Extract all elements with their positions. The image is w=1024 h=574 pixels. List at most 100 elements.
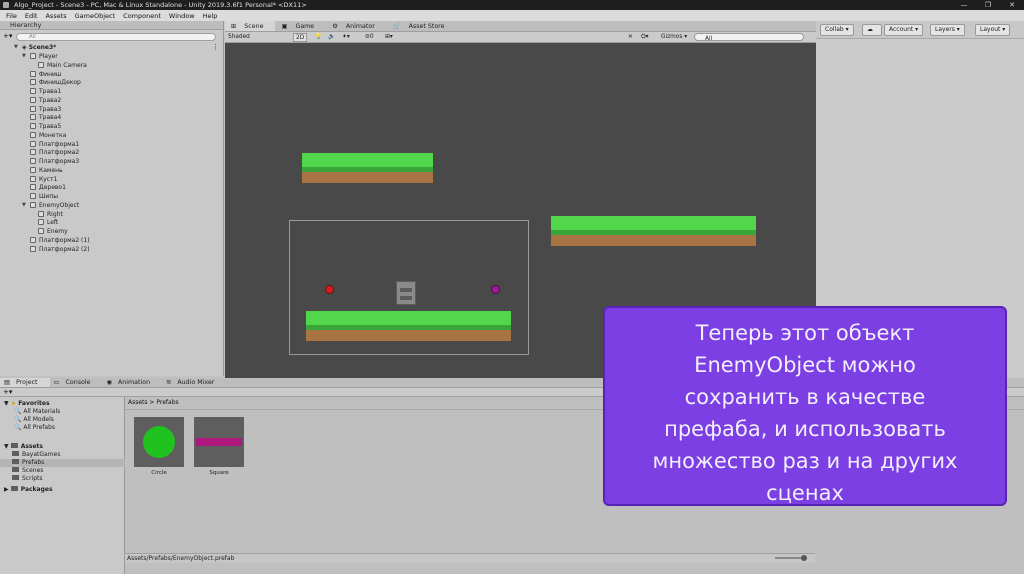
effects-toggle-icon[interactable]: ✦▾ (342, 33, 350, 42)
toggle-2d-button[interactable]: 2D (293, 33, 308, 42)
gameobject-icon (30, 149, 36, 156)
hierarchy-item-label: Трава2 (39, 96, 62, 104)
collab-button[interactable]: Collab ▾ (820, 24, 854, 36)
tab-animator[interactable]: ⚙ Animator (326, 21, 387, 31)
left-waypoint-marker[interactable] (325, 285, 334, 294)
tools-icon[interactable]: ✕ (628, 33, 633, 42)
hierarchy-item[interactable]: Шипы (30, 192, 58, 201)
hierarchy-item[interactable]: Дерево1 (30, 183, 66, 192)
hierarchy-item-label: Enemy (47, 228, 68, 235)
tab-scene[interactable]: ⊞ Scene (225, 21, 276, 31)
layers-button[interactable]: Layers ▾ (930, 24, 965, 36)
hierarchy-item[interactable]: Платформа1 (30, 140, 79, 149)
hierarchy-item[interactable]: Монетка (30, 131, 66, 140)
scene-menu-icon[interactable]: ⋮ (212, 43, 219, 51)
account-button[interactable]: Account ▾ (884, 24, 924, 36)
hierarchy-item[interactable]: ▼ Player (22, 52, 58, 61)
hierarchy-item-label: Платформа2 (39, 149, 80, 157)
close-icon[interactable]: ✕ (1000, 0, 1024, 10)
hierarchy-search-input[interactable]: All (16, 33, 216, 41)
hierarchy-item[interactable]: Платформа2 (2) (30, 245, 90, 254)
favorites-header[interactable]: ▼ ★ Favorites (4, 400, 50, 408)
expand-arrow-icon[interactable]: ▼ (22, 52, 26, 61)
tab-project[interactable]: ▤ Project (0, 378, 50, 387)
assets-header[interactable]: ▼ Assets (4, 443, 43, 451)
right-waypoint-marker[interactable] (491, 285, 500, 294)
hierarchy-item[interactable]: Main Camera (38, 61, 87, 70)
folder-item[interactable]: BayatGames (12, 451, 60, 459)
add-plus-icon[interactable]: +▾ (3, 32, 12, 40)
callout-line: EnemyObject можно (694, 353, 916, 377)
hierarchy-item[interactable]: Камень (30, 166, 63, 175)
packages-header[interactable]: ▶ Packages (4, 486, 53, 494)
tab-game[interactable]: ▣ Game (275, 21, 326, 31)
hierarchy-item[interactable]: Куст1 (30, 175, 57, 184)
folder-item-selected[interactable]: Prefabs (0, 459, 125, 467)
menu-gameobject[interactable]: GameObject (75, 12, 116, 20)
folder-icon (12, 451, 19, 456)
hierarchy-item[interactable]: Финиш (30, 70, 61, 79)
hierarchy-item[interactable]: ▼ EnemyObject (22, 201, 79, 210)
gizmos-dropdown[interactable]: Gizmos ▾ (661, 33, 687, 42)
minimize-icon[interactable]: — (952, 0, 976, 10)
hierarchy-item[interactable]: Трава3 (30, 105, 61, 114)
folder-icon (10, 486, 18, 491)
platform-enemy[interactable] (306, 311, 511, 341)
favorite-item[interactable]: 🔍 All Prefabs (14, 424, 55, 432)
enemy-sprite[interactable] (396, 281, 416, 305)
hierarchy-item[interactable]: Платформа2 (30, 148, 79, 157)
menu-component[interactable]: Component (123, 12, 161, 20)
hierarchy-item[interactable]: Enemy (38, 227, 68, 236)
hidden-objects-icon[interactable]: ⊘0 (365, 33, 374, 42)
tab-asset-store[interactable]: 🛒 Asset Store (387, 21, 457, 31)
cloud-icon[interactable]: ☁ (862, 24, 882, 36)
lighting-toggle-icon[interactable]: 💡 (315, 33, 322, 42)
platform-right[interactable] (551, 216, 756, 246)
tab-animation[interactable]: ◉ Animation (102, 378, 162, 387)
menu-edit[interactable]: Edit (25, 12, 38, 20)
shading-mode-dropdown[interactable]: Shaded (228, 33, 250, 42)
hierarchy-item[interactable]: ФинишДекор (30, 78, 81, 87)
hierarchy-item[interactable]: Трава5 (30, 122, 61, 131)
camera-settings-icon[interactable]: ⛭▾ (641, 33, 649, 42)
project-folder-tree: ▼ ★ Favorites 🔍 All Materials 🔍 All Mode… (0, 397, 125, 574)
gameobject-icon (30, 158, 36, 164)
scene-root[interactable]: ▼ ◈ Scene3* (14, 43, 56, 52)
hierarchy-item-label: Шипы (39, 193, 58, 200)
expand-arrow-icon[interactable]: ▼ (22, 201, 26, 210)
favorite-item[interactable]: 🔍 All Models (14, 416, 54, 424)
platform-top-left[interactable] (302, 153, 433, 183)
scene-search-input[interactable]: All (694, 33, 804, 42)
menu-assets[interactable]: Assets (45, 12, 66, 20)
layout-button[interactable]: Layout ▾ (975, 24, 1011, 36)
menu-window[interactable]: Window (169, 12, 195, 20)
hierarchy-item[interactable]: Платформа2 (1) (30, 236, 90, 245)
folder-item[interactable]: Scripts (12, 475, 43, 483)
hierarchy-item[interactable]: Платформа3 (30, 157, 79, 166)
expand-arrow-icon[interactable]: ▼ (14, 43, 18, 52)
menu-help[interactable]: Help (203, 12, 218, 20)
prefab-square-thumbnail[interactable] (194, 417, 244, 467)
hierarchy-item[interactable]: Трава4 (30, 113, 61, 122)
audio-toggle-icon[interactable]: 🔈 (328, 33, 335, 42)
maximize-icon[interactable]: ❐ (976, 0, 1000, 10)
tab-console[interactable]: ▭ Console (50, 378, 103, 387)
prefab-circle-thumbnail[interactable] (134, 417, 184, 467)
slider-handle[interactable] (801, 555, 807, 561)
menu-file[interactable]: File (6, 12, 17, 20)
hierarchy-item[interactable]: Трава2 (30, 96, 61, 105)
hierarchy-item-label: Финиш (39, 70, 62, 78)
favorite-item[interactable]: 🔍 All Materials (14, 408, 60, 416)
thumbnail-size-slider[interactable] (775, 555, 807, 561)
grid-toggle-icon[interactable]: ⊞▾ (385, 33, 393, 42)
hierarchy-item[interactable]: Right (38, 210, 63, 219)
hierarchy-item[interactable]: Left (38, 218, 58, 227)
create-plus-icon[interactable]: +▾ (3, 388, 12, 397)
hierarchy-tab[interactable]: Hierarchy (0, 21, 223, 30)
folder-label: BayatGames (22, 451, 61, 458)
folder-item[interactable]: Scenes (12, 467, 43, 475)
tab-audio-mixer[interactable]: ≋ Audio Mixer (162, 378, 226, 387)
hierarchy-item[interactable]: Трава1 (30, 87, 61, 96)
gameobject-icon (30, 79, 36, 86)
gameobject-icon (30, 105, 36, 112)
